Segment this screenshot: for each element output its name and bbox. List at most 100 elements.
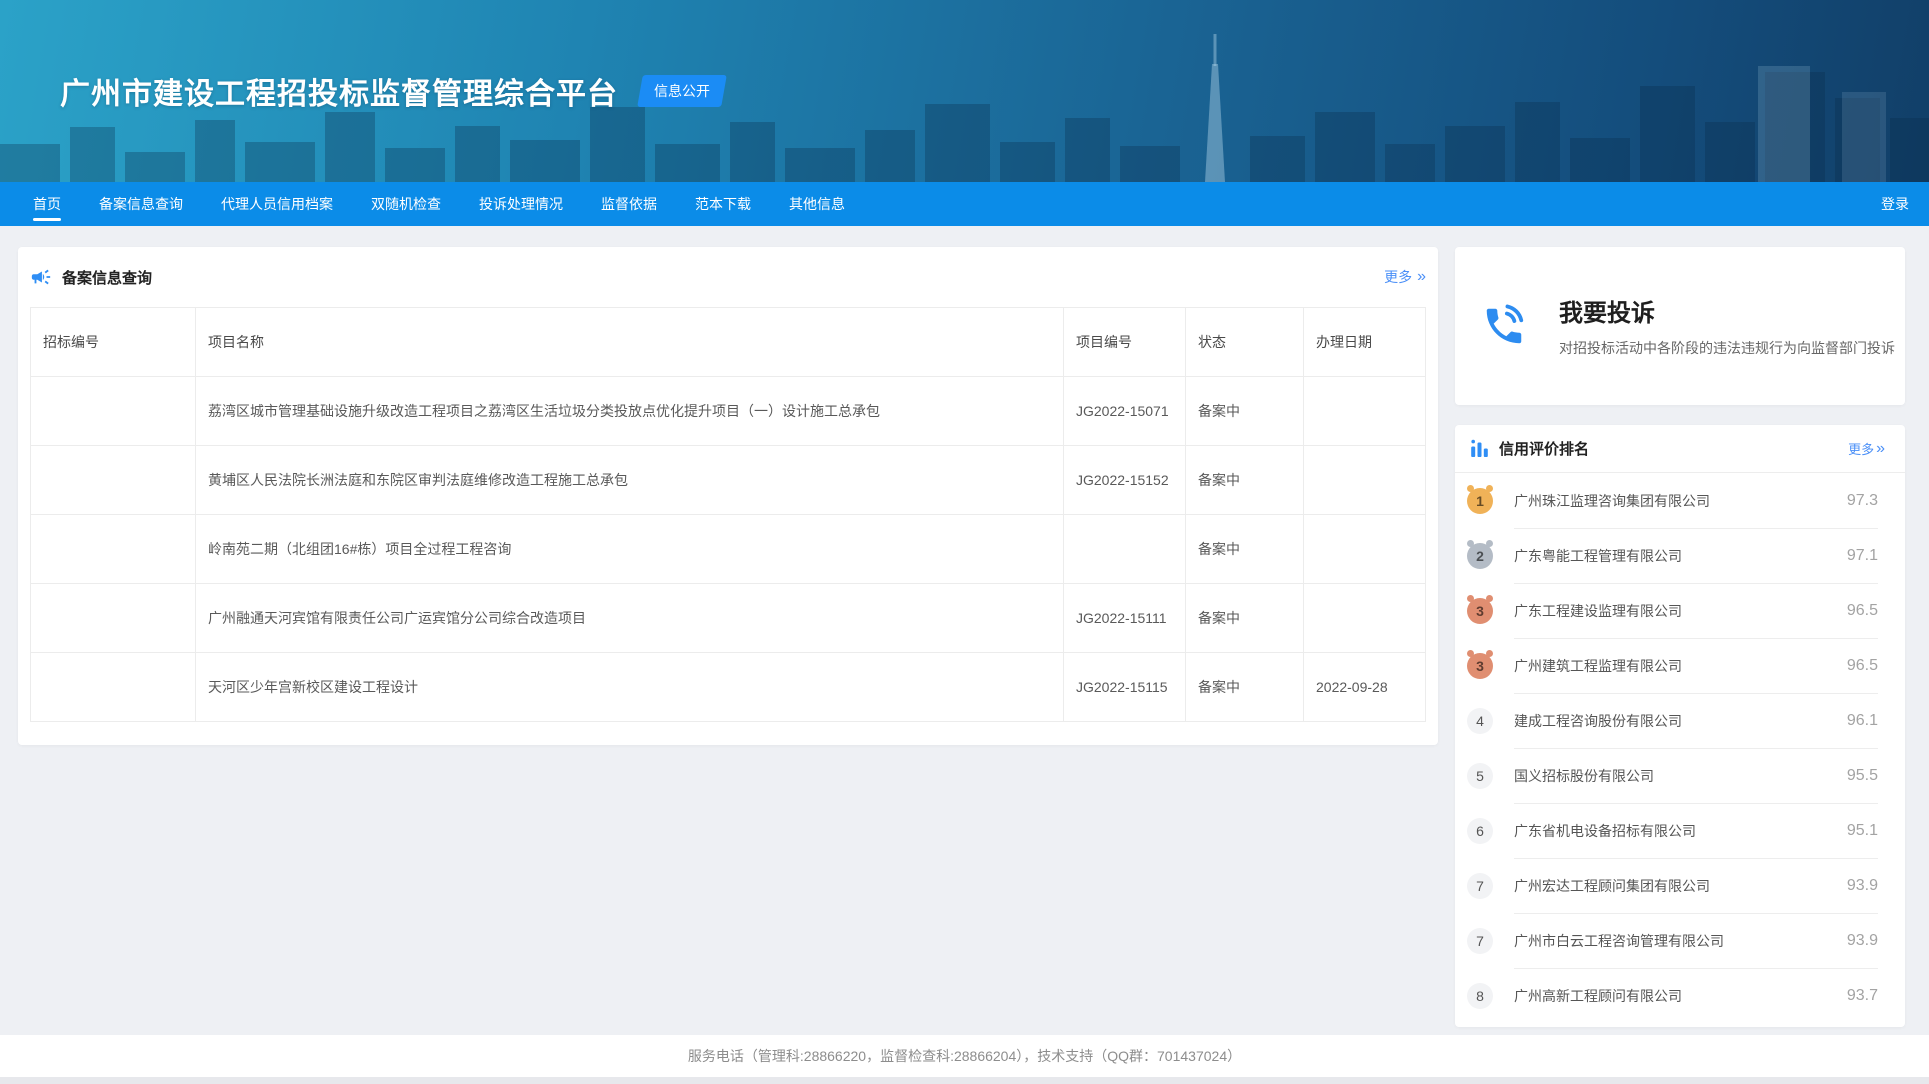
company-name: 国义招标股份有限公司	[1514, 766, 1654, 786]
bottom-strip	[0, 1077, 1929, 1084]
cell-project-name: 广州融通天河宾馆有限责任公司广运宾馆分公司综合改造项目	[196, 584, 1064, 653]
rank-badge: 8	[1467, 983, 1493, 1009]
table-row[interactable]: 广州融通天河宾馆有限责任公司广运宾馆分公司综合改造项目 JG2022-15111…	[31, 584, 1426, 653]
credit-score: 97.1	[1847, 547, 1878, 565]
cell-bid-no	[31, 446, 196, 515]
company-name: 广州建筑工程监理有限公司	[1514, 656, 1682, 676]
cell-project-name: 荔湾区城市管理基础设施升级改造工程项目之荔湾区生活垃圾分类投放点优化提升项目（一…	[196, 377, 1064, 446]
cell-status: 备案中	[1186, 584, 1304, 653]
col-header-bid-no: 招标编号	[31, 308, 196, 377]
bar-chart-icon	[1470, 439, 1489, 458]
cell-status: 备案中	[1186, 446, 1304, 515]
company-name: 广州珠江监理咨询集团有限公司	[1514, 491, 1710, 511]
company-name: 广东粤能工程管理有限公司	[1514, 546, 1682, 566]
filing-panel-header: 备案信息查询 更多 »	[30, 261, 1426, 293]
list-item: 1 广州珠江监理咨询集团有限公司 97.3	[1455, 473, 1905, 528]
site-footer: 服务电话（管理科:28866220，监督检查科:28866204），技术支持（Q…	[0, 1035, 1929, 1077]
nav-item-random-check[interactable]: 双随机检查	[352, 182, 460, 226]
company-name: 建成工程咨询股份有限公司	[1514, 711, 1682, 731]
nav-item-filing-query[interactable]: 备案信息查询	[80, 182, 202, 226]
cell-date: 2022-09-28	[1304, 653, 1426, 722]
nav-item-template-download[interactable]: 范本下载	[676, 182, 770, 226]
cell-bid-no	[31, 653, 196, 722]
filing-panel-title: 备案信息查询	[62, 267, 152, 288]
company-name: 广东省机电设备招标有限公司	[1514, 821, 1696, 841]
nav-item-complaint-handling[interactable]: 投诉处理情况	[460, 182, 582, 226]
ranking-panel: 信用评价排名 更多 » 1 广州珠江监理咨询集团有限公司 97.3 2 广东粤能…	[1455, 425, 1905, 1027]
page-title: 广州市建设工程招投标监督管理综合平台	[60, 69, 618, 113]
cell-project-name: 黄埔区人民法院长洲法庭和东院区审判法庭维修改造工程施工总承包	[196, 446, 1064, 515]
rank-badge: 5	[1467, 763, 1493, 789]
rank-badge: 6	[1467, 818, 1493, 844]
table-row[interactable]: 岭南苑二期（北组团16#栋）项目全过程工程咨询 备案中	[31, 515, 1426, 584]
cell-date	[1304, 584, 1426, 653]
nav-item-agent-credit[interactable]: 代理人员信用档案	[202, 182, 352, 226]
cell-status: 备案中	[1186, 377, 1304, 446]
main-content: 备案信息查询 更多 » 招标编号 项目名称 项目编号 状态 办理日期	[0, 226, 1929, 1035]
credit-score: 93.7	[1847, 987, 1878, 1005]
ranking-more-label: 更多	[1848, 439, 1874, 458]
cell-project-no	[1064, 515, 1186, 584]
credit-score: 96.5	[1847, 657, 1878, 675]
col-header-project-no: 项目编号	[1064, 308, 1186, 377]
rank-badge: 4	[1467, 708, 1493, 734]
filing-more-link[interactable]: 更多 »	[1384, 267, 1426, 287]
main-nav: 首页 备案信息查询 代理人员信用档案 双随机检查 投诉处理情况 监督依据 范本下…	[0, 182, 1929, 226]
list-item: 6 广东省机电设备招标有限公司 95.1	[1455, 803, 1905, 858]
login-link[interactable]: 登录	[1881, 182, 1909, 226]
page-root: 广州市建设工程招投标监督管理综合平台 信息公开 首页 备案信息查询 代理人员信用…	[0, 0, 1929, 1084]
phone-signal-icon	[1481, 303, 1527, 349]
company-name: 广州宏达工程顾问集团有限公司	[1514, 876, 1710, 896]
cell-status: 备案中	[1186, 653, 1304, 722]
complaint-card[interactable]: 我要投诉 对招投标活动中各阶段的违法违规行为向监督部门投诉	[1455, 247, 1905, 405]
megaphone-icon	[30, 266, 52, 288]
col-header-project-name: 项目名称	[196, 308, 1064, 377]
cell-status: 备案中	[1186, 515, 1304, 584]
rank-badge: 7	[1467, 928, 1493, 954]
info-disclosure-badge[interactable]: 信息公开	[640, 75, 724, 107]
company-name: 广州市白云工程咨询管理有限公司	[1514, 931, 1724, 951]
table-row[interactable]: 黄埔区人民法院长洲法庭和东院区审判法庭维修改造工程施工总承包 JG2022-15…	[31, 446, 1426, 515]
list-item: 7 广州宏达工程顾问集团有限公司 93.9	[1455, 858, 1905, 913]
cell-bid-no	[31, 584, 196, 653]
nav-item-supervision-basis[interactable]: 监督依据	[582, 182, 676, 226]
col-header-status: 状态	[1186, 308, 1304, 377]
ranking-more-link[interactable]: 更多 »	[1848, 439, 1885, 458]
filing-more-label: 更多	[1384, 267, 1412, 287]
complaint-description: 对招投标活动中各阶段的违法违规行为向监督部门投诉	[1559, 338, 1904, 360]
cell-project-no: JG2022-15071	[1064, 377, 1186, 446]
cell-project-name: 天河区少年宫新校区建设工程设计	[196, 653, 1064, 722]
list-item: 3 广州建筑工程监理有限公司 96.5	[1455, 638, 1905, 693]
rank-badge: 3	[1467, 598, 1493, 624]
filing-table-header-row: 招标编号 项目名称 项目编号 状态 办理日期	[31, 308, 1426, 377]
cell-project-name: 岭南苑二期（北组团16#栋）项目全过程工程咨询	[196, 515, 1064, 584]
complaint-card-text: 我要投诉 对招投标活动中各阶段的违法违规行为向监督部门投诉	[1559, 293, 1904, 360]
right-column: 我要投诉 对招投标活动中各阶段的违法违规行为向监督部门投诉 信用	[1455, 247, 1905, 1027]
table-row[interactable]: 荔湾区城市管理基础设施升级改造工程项目之荔湾区生活垃圾分类投放点优化提升项目（一…	[31, 377, 1426, 446]
list-item: 4 建成工程咨询股份有限公司 96.1	[1455, 693, 1905, 748]
nav-items: 首页 备案信息查询 代理人员信用档案 双随机检查 投诉处理情况 监督依据 范本下…	[14, 182, 864, 226]
col-header-date: 办理日期	[1304, 308, 1426, 377]
ranking-list: 1 广州珠江监理咨询集团有限公司 97.3 2 广东粤能工程管理有限公司 97.…	[1455, 473, 1905, 1023]
table-row[interactable]: 天河区少年宫新校区建设工程设计 JG2022-15115 备案中 2022-09…	[31, 653, 1426, 722]
ranking-panel-title: 信用评价排名	[1499, 438, 1589, 459]
complaint-title: 我要投诉	[1559, 293, 1904, 328]
rank-badge: 2	[1467, 543, 1493, 569]
rank-badge: 7	[1467, 873, 1493, 899]
list-item: 3 广东工程建设监理有限公司 96.5	[1455, 583, 1905, 638]
list-item: 7 广州市白云工程咨询管理有限公司 93.9	[1455, 913, 1905, 968]
company-name: 广东工程建设监理有限公司	[1514, 601, 1682, 621]
credit-score: 97.3	[1847, 492, 1878, 510]
nav-item-home[interactable]: 首页	[14, 182, 80, 226]
cell-bid-no	[31, 515, 196, 584]
cell-date	[1304, 446, 1426, 515]
double-chevron-icon: »	[1876, 441, 1885, 457]
rank-badge: 3	[1467, 653, 1493, 679]
credit-score: 93.9	[1847, 877, 1878, 895]
cell-date	[1304, 515, 1426, 584]
cell-project-no: JG2022-15111	[1064, 584, 1186, 653]
credit-score: 93.9	[1847, 932, 1878, 950]
site-header: 广州市建设工程招投标监督管理综合平台 信息公开	[0, 0, 1929, 182]
double-chevron-icon: »	[1417, 269, 1426, 285]
nav-item-other-info[interactable]: 其他信息	[770, 182, 864, 226]
